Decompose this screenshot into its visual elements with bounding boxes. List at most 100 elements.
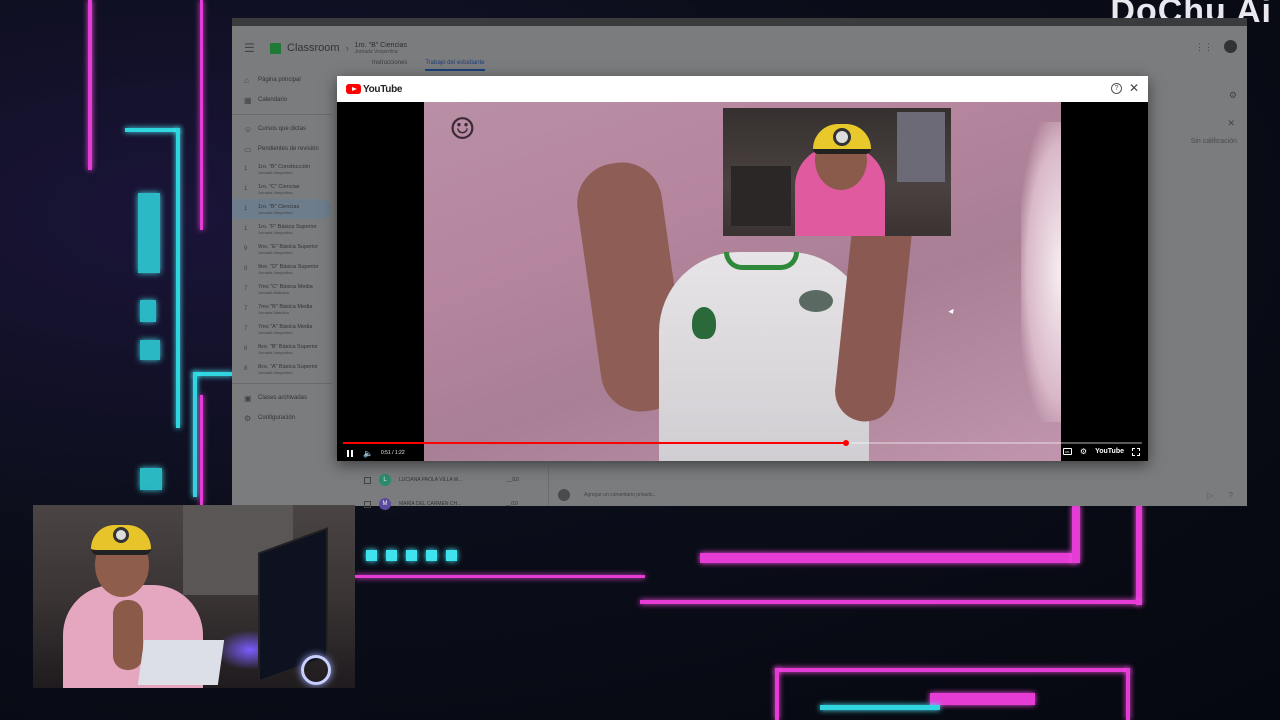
avatar [558, 489, 570, 501]
sidebar-item-teaching[interactable]: ☺ Cursos que dictas [232, 119, 332, 139]
sidebar-course[interactable]: 8 8vo. "A" Básica Superior Jornada Vesper… [232, 359, 332, 379]
youtube-watch-link[interactable]: YouTube [1095, 448, 1124, 455]
sidebar-course[interactable]: 7 7mo "A" Básica Media Jornada Vespertina [232, 319, 332, 339]
tab-student-work[interactable]: Trabajo del estudiante [425, 60, 485, 71]
student-name: LUCIANA PAOLA VILLA M... [399, 477, 463, 483]
gear-icon: ⚙ [244, 413, 252, 423]
course-avatar: 9 [244, 246, 248, 252]
circuit-line [640, 600, 1140, 604]
video-player[interactable]: ☺ ♛ 🔈 0:51 / 1:22 [337, 102, 1148, 461]
circuit-glyph [138, 193, 160, 273]
sidebar-item-settings[interactable]: ⚙ Configuración [232, 408, 332, 428]
course-avatar: 8 [244, 366, 248, 372]
sidebar-item-archived[interactable]: ▣ Clases archivadas [232, 388, 332, 408]
breadcrumb-class[interactable]: 1ro. "B" Ciencias Jornada Vespertina [355, 42, 407, 55]
menu-icon[interactable]: ☰ [244, 41, 256, 55]
student-score[interactable]: __/10 [506, 477, 519, 483]
streamer-webcam [33, 505, 355, 688]
pause-icon[interactable] [347, 449, 353, 457]
classroom-brand[interactable]: Classroom [287, 42, 340, 54]
course-subtitle: Jornada Matutina [258, 309, 289, 315]
course-avatar: 7 [244, 286, 248, 292]
send-icon[interactable]: ▷ [1207, 491, 1213, 500]
tab-instructions[interactable]: Instrucciones [372, 60, 407, 71]
circuit-line [193, 372, 233, 376]
picture-in-picture-webcam [723, 108, 951, 236]
sidebar-item-label: Configuración [258, 415, 296, 421]
course-subtitle: Jornada Vespertina [258, 249, 293, 255]
course-subtitle: Jornada Vespertina [258, 189, 293, 195]
fullscreen-icon[interactable] [1132, 447, 1140, 456]
sidebar-course[interactable]: 1 1ro. "F" Básica Superior Jornada Vesper… [232, 219, 332, 239]
table-row[interactable]: L LUCIANA PAOLA VILLA M... __/10 [364, 474, 519, 486]
video-progress-bar[interactable] [343, 440, 1142, 446]
course-subtitle: Jornada Vespertina [258, 349, 293, 355]
circuit-line [775, 668, 779, 720]
sidebar-course[interactable]: 7 7mo "C" Básica Media Jornada Matutina [232, 279, 332, 299]
help-icon[interactable]: ? [1111, 83, 1122, 94]
circuit-glyph [140, 300, 156, 322]
video-wall [1021, 122, 1061, 422]
class-subtitle: Jornada Vespertina [354, 48, 398, 55]
circuit-glyph [140, 468, 162, 490]
sidebar-course[interactable]: 1 1ro. "B" Construcción Jornada Vespertin… [232, 159, 332, 179]
circuit-line [820, 705, 940, 710]
circuit-glyph [140, 340, 160, 360]
pip-background [731, 166, 791, 226]
row-checkbox[interactable] [364, 476, 371, 484]
course-subtitle: Jornada Vespertina [258, 229, 293, 235]
sidebar-item-label: Pendientes de revisión [258, 146, 319, 152]
course-avatar: 1 [244, 166, 248, 172]
circuit-line [355, 575, 645, 578]
private-comment-row[interactable]: Agregar un comentario privado... [558, 489, 657, 501]
account-avatar[interactable] [1224, 40, 1237, 53]
minion-goggle [113, 527, 129, 543]
captions-icon[interactable]: cc [1062, 448, 1072, 455]
cyan-dot [446, 550, 457, 561]
sidebar-course[interactable]: 9 9no. "D" Básica Superior Jornada Vesper… [232, 259, 332, 279]
course-avatar: 1 [244, 206, 248, 212]
panel-divider [548, 466, 549, 506]
close-button[interactable]: ✕ [1129, 81, 1139, 95]
cyan-dot [386, 550, 397, 561]
calendar-icon: ▦ [244, 95, 252, 105]
classroom-sidebar: ⌂ Página principal ▦ Calendario ☺ Cursos… [232, 70, 332, 428]
sidebar-divider [232, 114, 332, 115]
sidebar-item-home[interactable]: ⌂ Página principal [232, 70, 332, 90]
volume-icon[interactable]: 🔈 [363, 449, 373, 458]
youtube-dialog: YouTube ? ✕ ☺ ♛ [337, 76, 1148, 461]
course-subtitle: Jornada Vespertina [258, 269, 293, 275]
course-avatar: 7 [244, 326, 248, 332]
row-checkbox[interactable] [364, 500, 371, 508]
circuit-line [193, 372, 197, 497]
sidebar-course[interactable]: 7 7mo "B" Básica Media Jornada Matutina [232, 299, 332, 319]
course-avatar: 1 [244, 186, 248, 192]
sidebar-course[interactable]: 1 1ro. "C" Ciencias Jornada Vespertina [232, 179, 332, 199]
folder-icon: ▭ [244, 144, 252, 154]
player-controls: 🔈 0:51 / 1:22 cc ⚙ YouTube [337, 445, 1148, 461]
course-avatar: 9 [244, 266, 248, 272]
sidebar-course-selected[interactable]: 1 1ro. "B" Ciencias Jornada Vespertina [232, 199, 332, 219]
video-frame[interactable]: ☺ ♛ [424, 102, 1061, 461]
apps-grid-icon[interactable]: ⋮⋮ [1195, 42, 1213, 53]
student-score[interactable]: __/10 [505, 501, 518, 507]
sidebar-course[interactable]: 8 8vo. "B" Básica Superior Jornada Vesper… [232, 339, 332, 359]
settings-icon[interactable]: ⚙ [1080, 447, 1087, 456]
avatar: M [379, 498, 391, 510]
help-icon[interactable]: ? [1229, 491, 1233, 500]
sidebar-item-calendar[interactable]: ▦ Calendario [232, 90, 332, 110]
circuit-line [200, 395, 203, 505]
video-person-collar [724, 252, 799, 270]
course-avatar: 8 [244, 346, 248, 352]
sidebar-course[interactable]: 9 9no. "E" Básica Superior Jornada Vesper… [232, 239, 332, 259]
gear-icon[interactable]: ⚙ [1229, 90, 1237, 101]
student-name: MARÍA DEL CARMEN CH... [399, 501, 462, 507]
close-icon[interactable]: ✕ [1227, 118, 1235, 129]
youtube-logo-icon [346, 84, 361, 94]
comment-input[interactable]: Agregar un comentario privado... [584, 492, 657, 498]
table-row[interactable]: M MARÍA DEL CARMEN CH... __/10 [364, 498, 518, 510]
home-icon: ⌂ [244, 75, 249, 85]
sidebar-item-to-review[interactable]: ▭ Pendientes de revisión [232, 139, 332, 159]
breadcrumb-chevron-icon: › [345, 43, 349, 53]
people-icon: ☺ [244, 124, 253, 134]
